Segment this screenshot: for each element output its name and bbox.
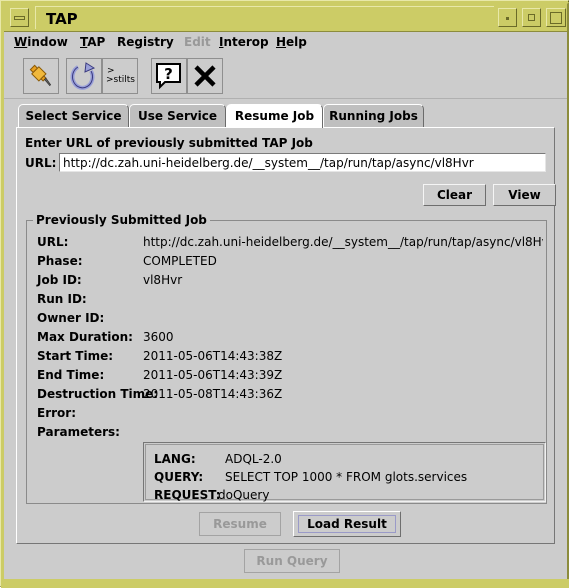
help-question-icon: ? — [156, 63, 181, 90]
detail-label-destruction-time: Destruction Time: — [37, 387, 159, 401]
menu-edit: Edit — [184, 35, 211, 49]
detail-value-phase: COMPLETED — [143, 254, 217, 268]
menu-window[interactable]: Window — [14, 35, 68, 49]
detail-value-job-id: vl8Hvr — [143, 273, 183, 287]
svg-text:?: ? — [164, 65, 173, 83]
content-area: Window TAP Registry Edit Interop Help > … — [4, 31, 567, 581]
menu-interop[interactable]: Interop — [219, 35, 269, 49]
tab-running-jobs[interactable]: Running Jobs — [323, 104, 424, 127]
pushpin-icon — [29, 64, 52, 87]
group-title: Previously Submitted Job — [33, 213, 210, 227]
detail-value-max-duration: 3600 — [143, 330, 174, 344]
menu-registry[interactable]: Registry — [117, 35, 174, 49]
tap-window: TAP Window TAP Registry Edit Interop Hel… — [0, 0, 569, 588]
detail-label-job-id: Job ID: — [37, 273, 82, 287]
detail-label-start-time: Start Time: — [37, 349, 114, 363]
menu-tap[interactable]: TAP — [80, 35, 105, 49]
window-title: TAP — [46, 10, 78, 28]
run-query-button: Run Query — [244, 549, 340, 573]
load-result-label: Load Result — [298, 515, 396, 533]
detail-label-phase: Phase: — [37, 254, 83, 268]
stilts-icon: > >stilts — [103, 59, 137, 93]
menu-help[interactable]: Help — [276, 35, 307, 49]
close-window-button[interactable] — [187, 58, 223, 94]
url-input[interactable]: http://dc.zah.uni-heidelberg.de/__system… — [59, 153, 546, 172]
panel-heading: Enter URL of previously submitted TAP Jo… — [25, 136, 313, 150]
menubar: Window TAP Registry Edit Interop Help — [4, 32, 567, 55]
param-value-lang: ADQL-2.0 — [225, 452, 282, 466]
titlebar[interactable]: TAP — [4, 4, 567, 31]
iconify-icon — [14, 16, 25, 20]
tab-use-service[interactable]: Use Service — [129, 104, 226, 127]
detail-value-url: http://dc.zah.uni-heidelberg.de/__system… — [143, 235, 543, 249]
footer-area: Run Query — [4, 545, 567, 581]
load-result-button[interactable]: Load Result — [293, 511, 401, 537]
reload-arrow-icon — [70, 62, 96, 90]
resume-job-panel: Enter URL of previously submitted TAP Jo… — [16, 127, 556, 544]
detail-label-max-duration: Max Duration: — [37, 330, 133, 344]
stilts-button[interactable]: > >stilts — [102, 58, 138, 94]
detail-label-error: Error: — [37, 406, 76, 420]
param-value-request: doQuery — [218, 488, 270, 502]
parameters-box-inner: LANG: ADQL-2.0 QUERY: SELECT TOP 1000 * … — [145, 444, 544, 502]
detail-value-start-time: 2011-05-06T14:43:38Z — [143, 349, 283, 363]
stilts-line-2: >stilts — [106, 75, 135, 85]
detail-label-owner-id: Owner ID: — [37, 311, 105, 325]
title-strip: TAP — [35, 6, 494, 29]
parameters-box: LANG: ADQL-2.0 QUERY: SELECT TOP 1000 * … — [143, 442, 546, 502]
view-button[interactable]: View — [493, 184, 556, 206]
param-key-lang: LANG: — [154, 452, 196, 466]
close-icon — [550, 12, 562, 24]
param-key-query: QUERY: — [154, 470, 204, 484]
detail-label-end-time: End Time: — [37, 368, 105, 382]
close-button[interactable] — [546, 8, 566, 27]
maximize-icon — [528, 14, 535, 21]
detail-label-url: URL: — [37, 235, 69, 249]
tab-resume-job[interactable]: Resume Job — [226, 104, 323, 128]
detail-label-parameters: Parameters: — [37, 425, 120, 439]
toolbar: > >stilts ? — [4, 54, 567, 99]
iconify-button[interactable] — [10, 8, 29, 27]
url-label: URL: — [25, 156, 57, 170]
detail-label-run-id: Run ID: — [37, 292, 87, 306]
param-value-query: SELECT TOP 1000 * FROM glots.services — [225, 470, 468, 484]
minimize-button[interactable] — [498, 8, 517, 27]
maximize-button[interactable] — [522, 8, 541, 27]
help-button[interactable]: ? — [151, 58, 187, 94]
detail-value-end-time: 2011-05-06T14:43:39Z — [143, 368, 283, 382]
resume-button: Resume — [199, 512, 281, 536]
minimize-icon — [506, 17, 509, 20]
close-x-icon — [194, 65, 216, 87]
reload-button[interactable] — [66, 58, 102, 94]
clear-button[interactable]: Clear — [423, 184, 486, 206]
param-key-request: REQUEST: — [154, 488, 221, 502]
detail-value-destruction-time: 2011-05-08T14:43:36Z — [143, 387, 283, 401]
tab-select-service[interactable]: Select Service — [18, 104, 129, 127]
pin-window-button[interactable] — [23, 58, 59, 94]
